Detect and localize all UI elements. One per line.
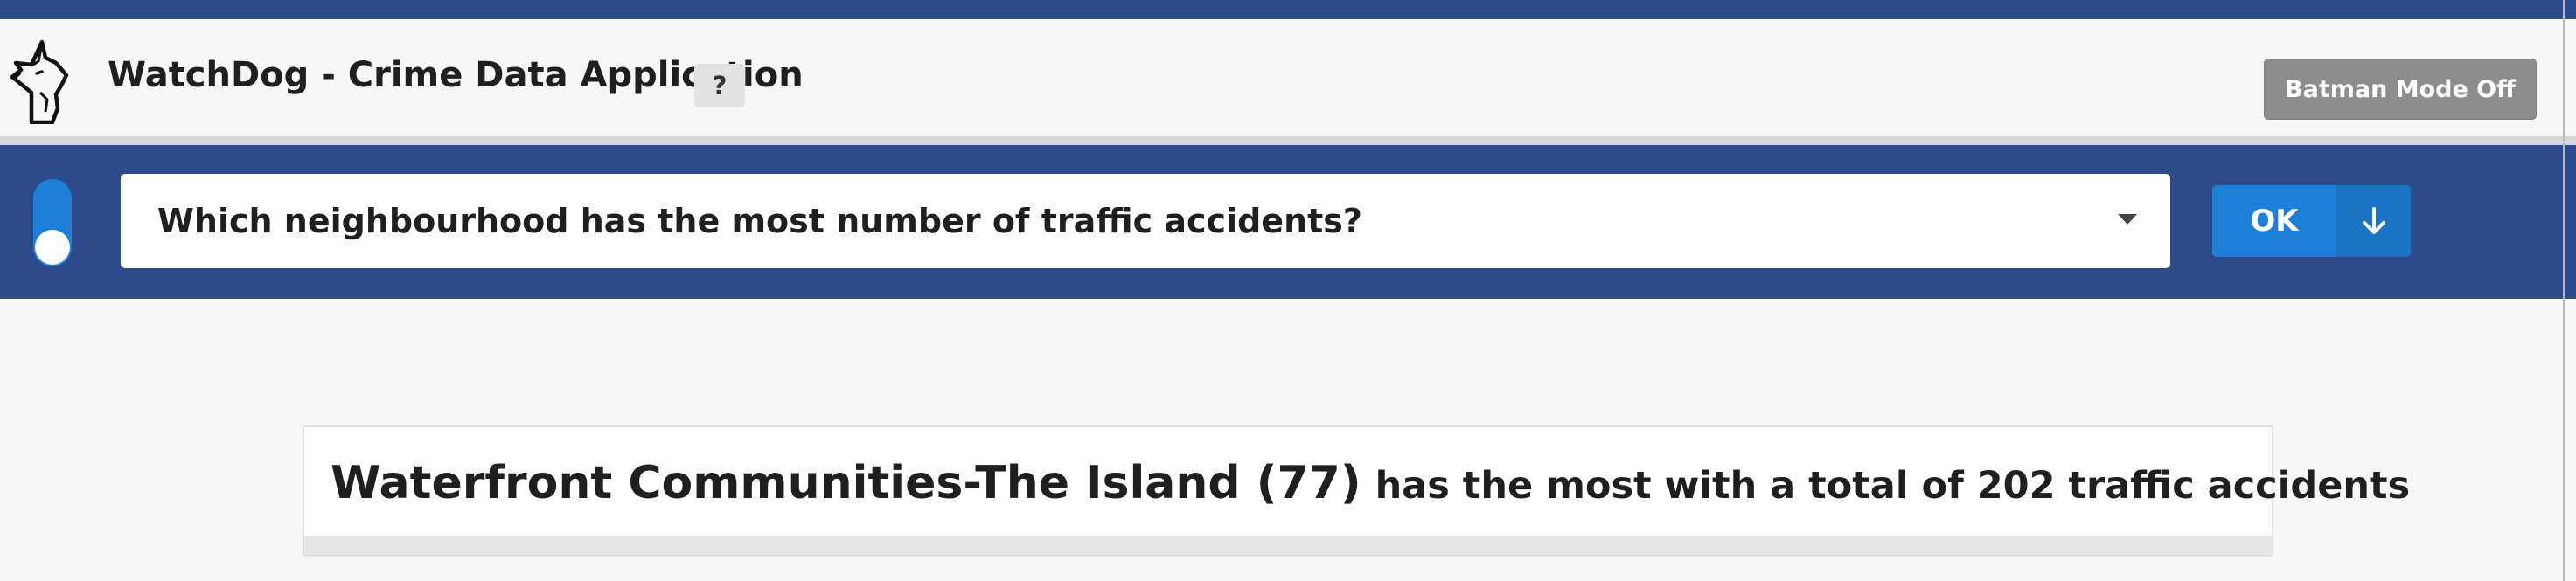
header-divider — [0, 136, 2576, 145]
result-summary: has the most with a total of 202 traffic… — [1375, 464, 2411, 508]
help-button[interactable]: ? — [694, 64, 745, 107]
caret-down-icon — [2118, 214, 2137, 225]
result-line: Waterfront Communities-The Island (77) ha… — [331, 457, 2410, 509]
toggle-knob — [35, 230, 70, 265]
arrow-down-icon — [2362, 207, 2385, 234]
selected-question: Which neighbourhood has the most number … — [157, 202, 1362, 240]
result-card-footer — [304, 536, 2272, 555]
ok-button[interactable]: OK — [2212, 185, 2336, 257]
mode-toggle-switch[interactable] — [33, 179, 72, 266]
batman-mode-toggle-button[interactable]: Batman Mode Off — [2264, 59, 2537, 120]
page-scrollbar-edge — [2563, 0, 2565, 581]
question-select[interactable]: Which neighbourhood has the most number … — [121, 174, 2170, 268]
result-card: Waterfront Communities-The Island (77) ha… — [303, 425, 2410, 557]
result-neighbourhood: Waterfront Communities-The Island (77) — [331, 457, 1361, 509]
top-accent-stripe — [0, 0, 2576, 19]
ok-dropdown-button[interactable] — [2336, 185, 2411, 257]
dog-head-icon — [7, 38, 80, 125]
